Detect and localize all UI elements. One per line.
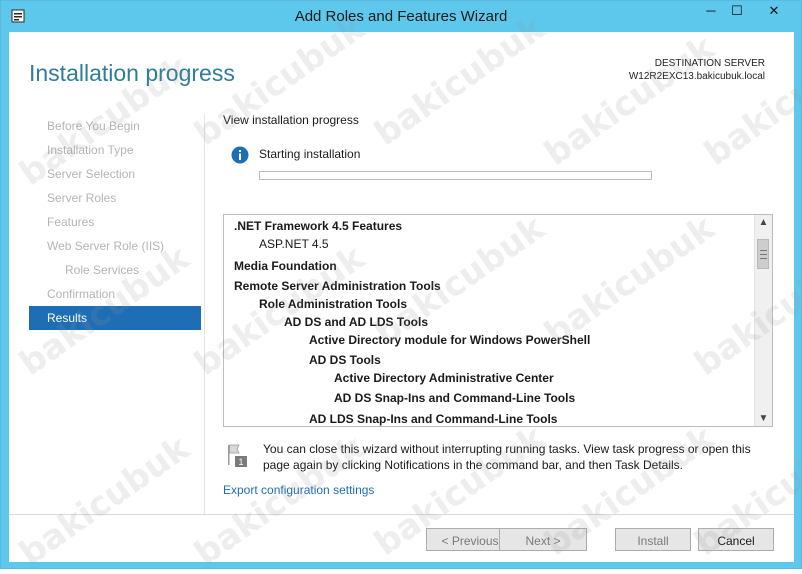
feature-item: ASP.NET 4.5 xyxy=(259,237,329,251)
content-title: View installation progress xyxy=(223,113,359,127)
scroll-up-arrow-icon[interactable]: ▲ xyxy=(755,215,772,230)
nav-item-features: Features xyxy=(47,215,95,229)
feature-item: AD DS Tools xyxy=(309,353,381,367)
nav-item-before-you-begin: Before You Begin xyxy=(47,119,140,133)
feature-item: Active Directory Administrative Center xyxy=(334,371,554,385)
feature-item: AD DS Snap-Ins and Command-Line Tools xyxy=(334,391,576,405)
title-bar[interactable]: Add Roles and Features Wizard ─ ☐ ✕ xyxy=(1,1,801,32)
nav-item-installation-type: Installation Type xyxy=(47,143,134,157)
export-configuration-link[interactable]: Export configuration settings xyxy=(223,483,374,497)
window-title: Add Roles and Features Wizard xyxy=(294,8,508,25)
nav-item-confirmation: Confirmation xyxy=(47,287,116,301)
close-button[interactable]: ✕ xyxy=(752,1,796,22)
maximize-button[interactable]: ☐ xyxy=(724,1,750,22)
nav-item-server-roles: Server Roles xyxy=(47,191,117,205)
installation-status-text: Starting installation xyxy=(259,147,361,161)
installation-progress-bar xyxy=(259,171,652,180)
destination-server-value: W12R2EXC13.bakicubuk.local xyxy=(628,71,765,82)
wizard-navigation: Before You Begin Installation Type Serve… xyxy=(29,114,201,330)
features-list[interactable]: .NET Framework 4.5 Features ASP.NET 4.5 … xyxy=(223,214,773,427)
flag-badge-number: 1 xyxy=(238,457,243,467)
nav-item-server-selection: Server Selection xyxy=(47,167,136,181)
feature-item: AD DS and AD LDS Tools xyxy=(284,315,428,329)
grip-icon xyxy=(760,250,767,259)
feature-item: Remote Server Administration Tools xyxy=(234,279,441,293)
scroll-down-arrow-icon[interactable]: ▼ xyxy=(755,411,772,426)
wizard-client-area: Installation progress DESTINATION SERVER… xyxy=(9,32,794,562)
feature-item: .NET Framework 4.5 Features xyxy=(234,219,403,233)
destination-server-label: DESTINATION SERVER xyxy=(654,58,765,69)
wizard-window: Add Roles and Features Wizard ─ ☐ ✕ Inst… xyxy=(0,0,802,574)
info-icon xyxy=(231,146,249,164)
footer-divider xyxy=(9,514,794,515)
feature-item: Role Administration Tools xyxy=(259,297,408,311)
features-list-scrollbar[interactable]: ▲ ▼ xyxy=(754,215,772,426)
minimize-button[interactable]: ─ xyxy=(698,1,724,22)
nav-item-results[interactable]: Results xyxy=(29,306,201,330)
feature-item: AD LDS Snap-Ins and Command-Line Tools xyxy=(309,412,558,426)
scrollbar-thumb[interactable] xyxy=(757,239,769,269)
nav-item-role-services: Role Services xyxy=(65,263,140,277)
nav-divider xyxy=(204,114,205,514)
notification-flag-icon: 1 xyxy=(228,444,247,467)
nav-item-web-server-role: Web Server Role (IIS) xyxy=(47,239,165,253)
install-button[interactable]: Install xyxy=(615,528,691,551)
cancel-button[interactable]: Cancel xyxy=(698,528,774,551)
close-wizard-note: You can close this wizard without interr… xyxy=(263,442,751,472)
next-button[interactable]: Next > xyxy=(499,528,587,551)
page-title: Installation progress xyxy=(29,60,235,86)
feature-item: Media Foundation xyxy=(234,259,337,273)
feature-item: Active Directory module for Windows Powe… xyxy=(309,333,591,347)
